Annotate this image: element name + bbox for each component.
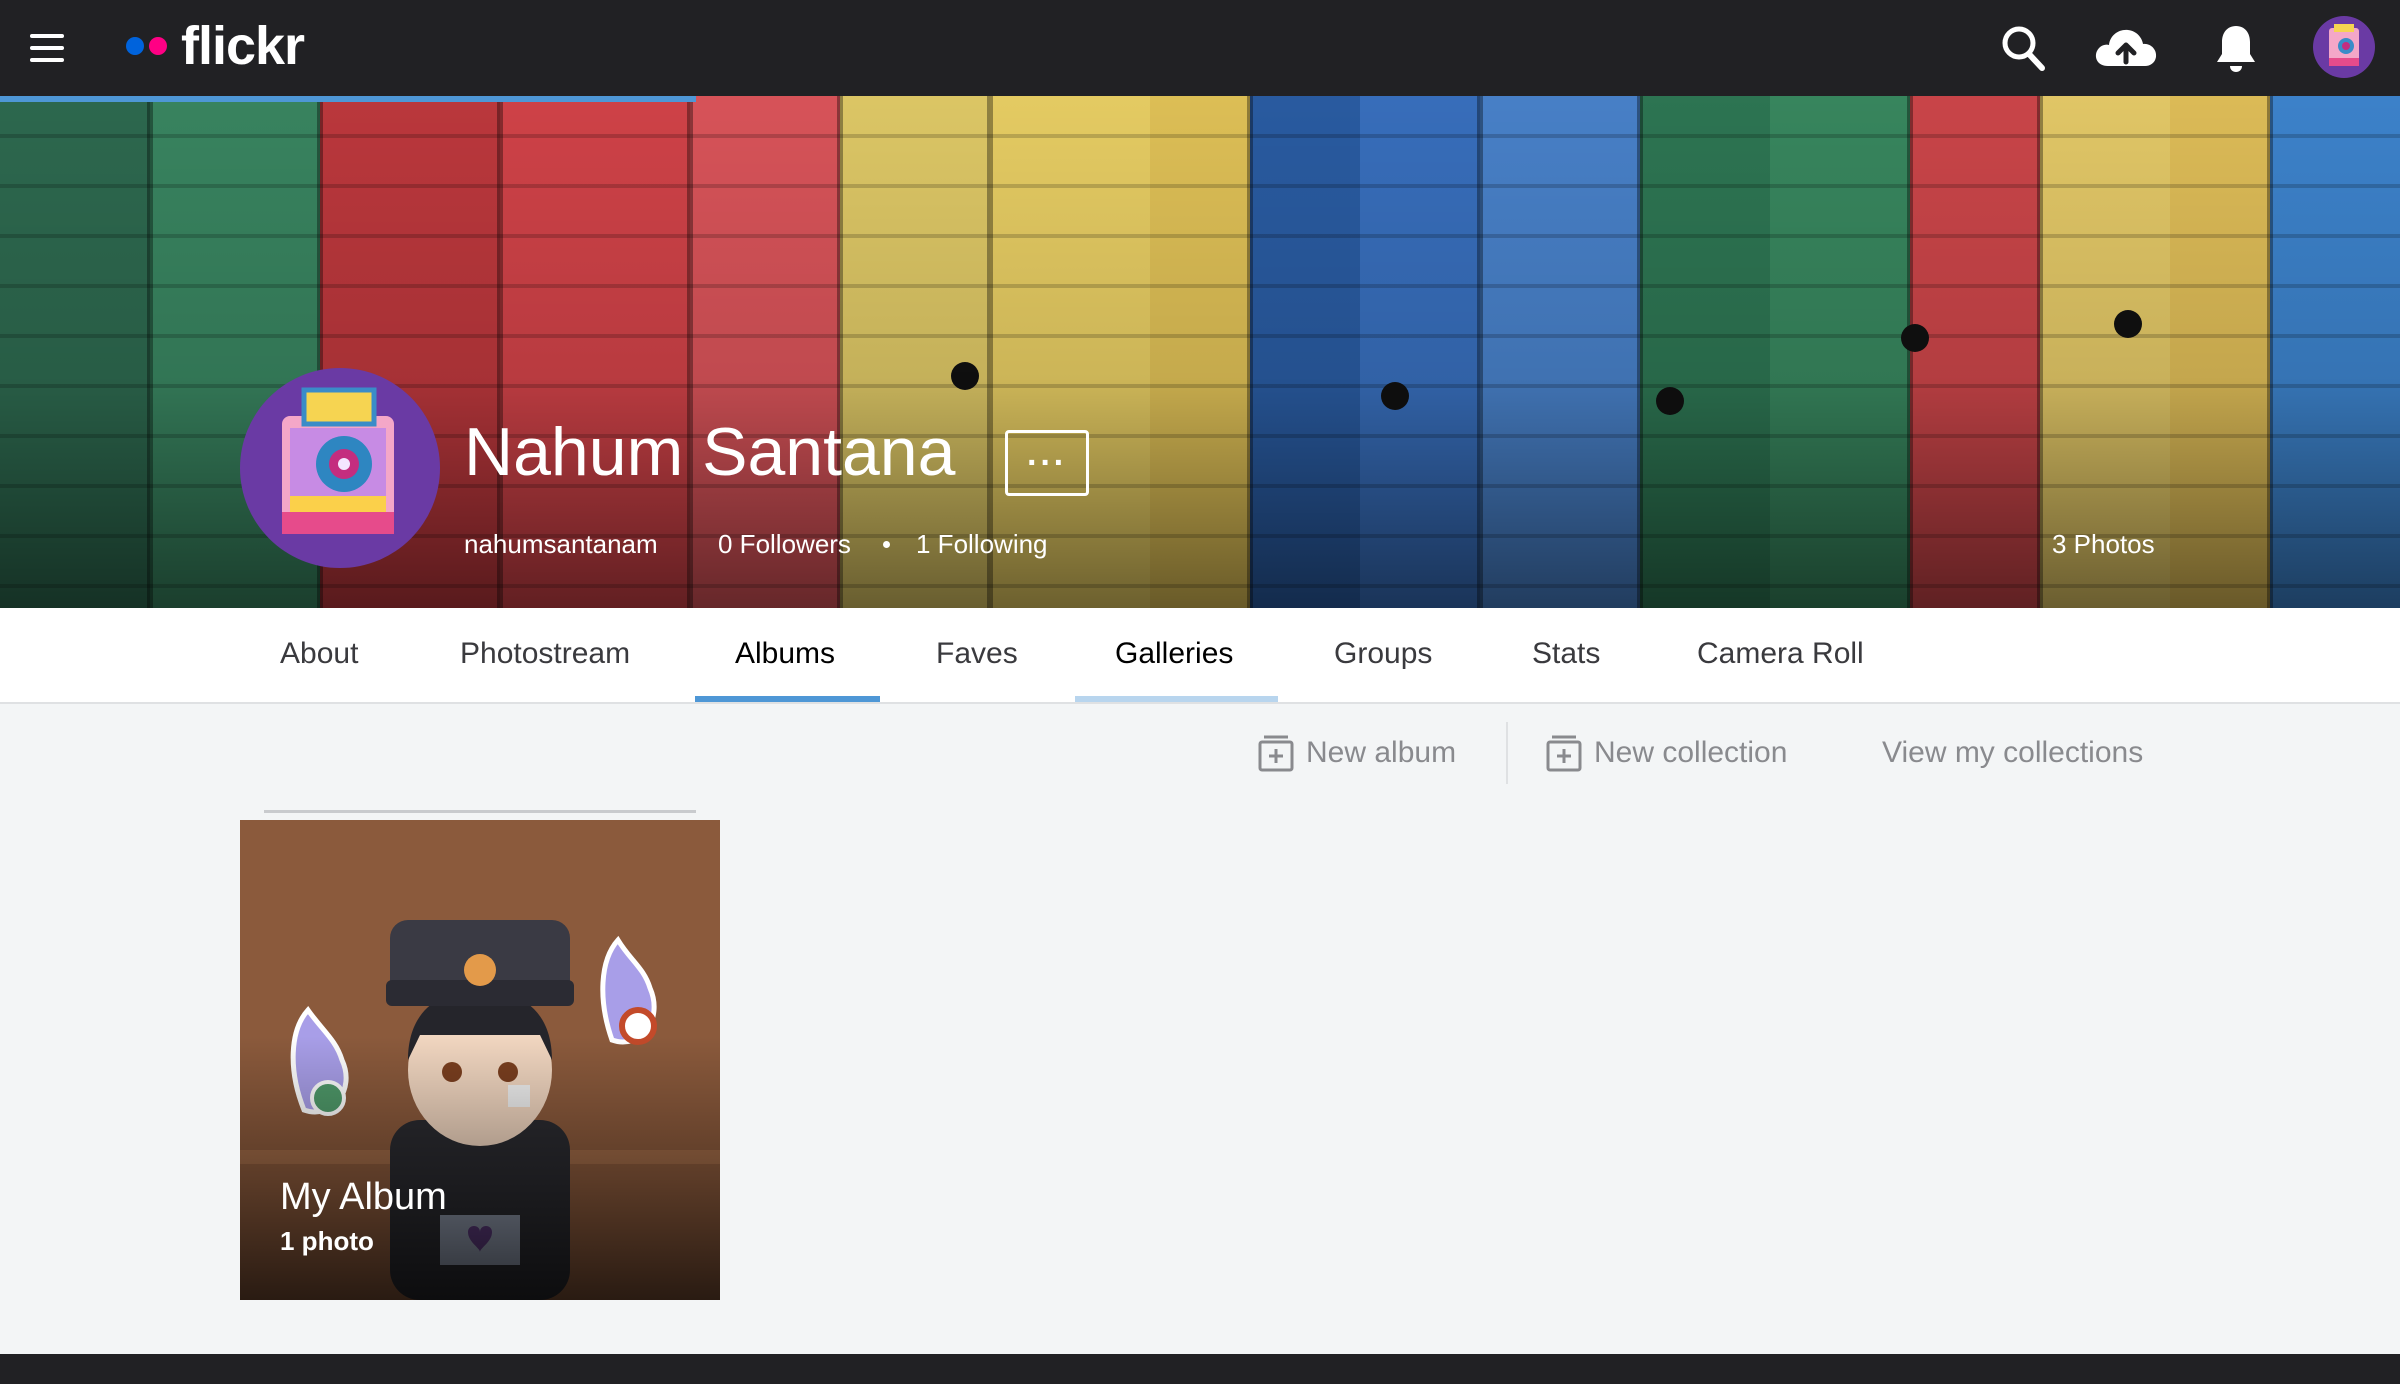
view-collections-link[interactable]: View my collections	[1882, 732, 2143, 774]
new-album-icon	[1258, 735, 1294, 772]
tab-about[interactable]: About	[280, 608, 358, 702]
loading-progress-bar	[0, 96, 696, 102]
tab-albums[interactable]: Albums	[735, 608, 835, 702]
new-collection-button[interactable]: New collection	[1546, 732, 1787, 774]
new-album-label: New album	[1306, 736, 1457, 769]
logo-pink-dot	[149, 37, 167, 55]
album-card[interactable]: My Album 1 photo	[240, 820, 720, 1300]
upload-cloud-icon[interactable]	[2092, 22, 2160, 74]
followers-link[interactable]: 0 Followers	[718, 528, 851, 560]
album-title[interactable]: My Album	[280, 1176, 447, 1219]
album-photo-count: 1 photo	[280, 1226, 374, 1256]
tab-faves[interactable]: Faves	[936, 608, 1018, 702]
user-avatar[interactable]	[2313, 16, 2375, 78]
notification-bell-icon[interactable]	[2214, 22, 2258, 74]
tab-galleries[interactable]: Galleries	[1115, 608, 1233, 702]
tab-camera-roll[interactable]: Camera Roll	[1697, 608, 1864, 702]
tab-stats[interactable]: Stats	[1532, 608, 1600, 702]
top-navigation-bar: flickr	[0, 0, 2400, 96]
hover-tab-indicator	[1075, 696, 1278, 702]
tab-photostream[interactable]: Photostream	[460, 608, 630, 702]
page-footer-bar	[0, 1354, 2400, 1384]
new-album-button[interactable]: New album	[1258, 732, 1456, 774]
logo-blue-dot	[126, 37, 144, 55]
active-tab-indicator	[695, 696, 880, 702]
profile-name: Nahum Santana	[464, 414, 956, 490]
toolbar-divider	[1506, 722, 1508, 784]
following-link[interactable]: 1 Following	[916, 528, 1048, 560]
flickr-logo[interactable]: flickr	[126, 14, 305, 78]
new-collection-label: New collection	[1594, 736, 1788, 769]
tab-groups[interactable]: Groups	[1334, 608, 1432, 702]
more-options-button[interactable]: ···	[1005, 430, 1089, 496]
new-collection-icon	[1546, 735, 1582, 772]
profile-tabs: About Photostream Albums Faves Galleries…	[0, 608, 2400, 704]
search-icon[interactable]	[2000, 22, 2046, 74]
meta-separator-dot	[883, 541, 890, 548]
album-stack-edge	[264, 810, 696, 813]
profile-username: nahumsantanam	[464, 529, 658, 559]
profile-avatar[interactable]	[240, 368, 440, 568]
menu-icon[interactable]	[30, 34, 64, 62]
logo-wordmark: flickr	[181, 16, 305, 76]
photo-count: 3 Photos	[2052, 529, 2155, 559]
